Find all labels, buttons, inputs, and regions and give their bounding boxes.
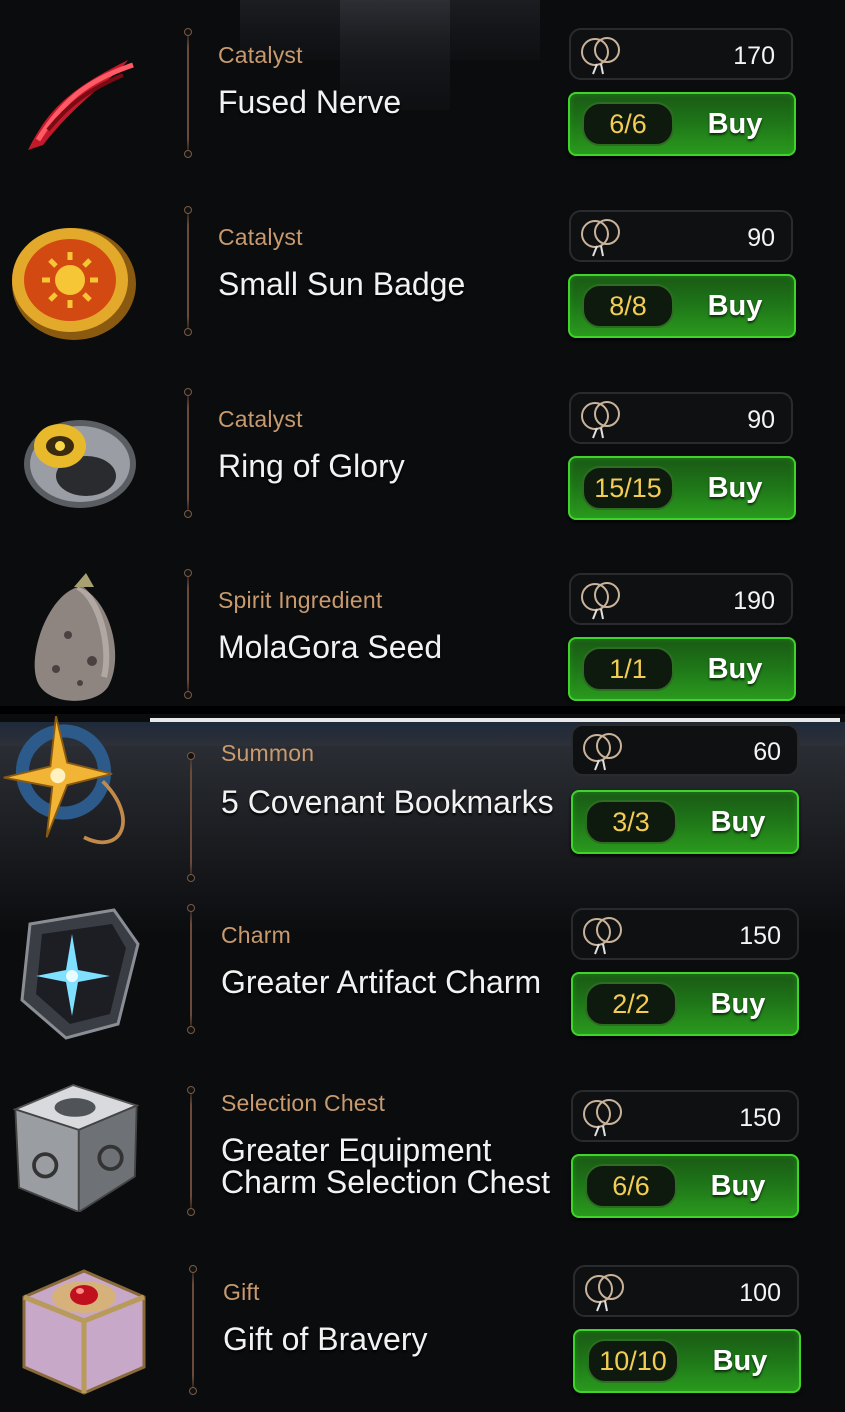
divider — [187, 904, 195, 1034]
item-category: Catalyst — [218, 224, 303, 250]
buy-button[interactable]: 3/3 Buy — [571, 790, 799, 854]
item-name: Fused Nerve — [218, 84, 402, 120]
price-value: 150 — [739, 922, 781, 950]
shop-item-row: Catalyst Fused Nerve 170 6/6 Buy — [0, 0, 845, 182]
gift-box-icon — [22, 1269, 146, 1395]
price-value: 190 — [733, 587, 775, 615]
item-name: Gift of Bravery — [223, 1321, 428, 1357]
price-value: 90 — [747, 406, 775, 434]
item-name: Small Sun Badge — [218, 266, 466, 302]
item-name: Ring of Glory — [218, 448, 405, 484]
purchase-limit: 10/10 — [587, 1339, 679, 1383]
price-value: 90 — [747, 224, 775, 252]
buy-button[interactable]: 10/10 Buy — [573, 1329, 801, 1393]
item-name: 5 Covenant Bookmarks — [221, 784, 554, 820]
price-display: 100 — [573, 1265, 799, 1317]
item-name: Greater Equipment Charm Selection Chest — [221, 1134, 561, 1198]
buy-button[interactable]: 8/8 Buy — [568, 274, 796, 338]
item-category: Catalyst — [218, 406, 303, 432]
friendship-bookmark-icon — [583, 733, 622, 771]
covenant-bookmark-icon — [3, 716, 125, 845]
price-display: 60 — [571, 724, 799, 776]
price-value: 150 — [739, 1104, 781, 1132]
buy-label: Buy — [707, 472, 763, 504]
shop-item-row: Charm Greater Artifact Charm 150 2/2 Buy — [0, 880, 845, 1062]
divider — [189, 1265, 197, 1395]
buy-label: Buy — [707, 290, 763, 322]
divider — [184, 206, 192, 336]
purchase-limit: 3/3 — [585, 800, 677, 844]
buy-button[interactable]: 2/2 Buy — [571, 972, 799, 1036]
ring-icon — [24, 420, 136, 508]
buy-label: Buy — [710, 806, 766, 838]
item-category: Summon — [221, 740, 315, 766]
buy-button[interactable]: 6/6 Buy — [571, 1154, 799, 1218]
shop-item-row: Catalyst Small Sun Badge 90 8/8 Buy — [0, 182, 845, 364]
price-display: 150 — [571, 1090, 799, 1142]
shop-item-row: Selection Chest Greater Equipment Charm … — [0, 1062, 845, 1244]
divider — [187, 752, 195, 882]
item-category: Gift — [223, 1279, 260, 1305]
price-value: 60 — [753, 738, 781, 766]
item-name-line: Charm Selection Chest — [221, 1164, 551, 1200]
divider — [187, 1086, 195, 1216]
friendship-bookmark-icon — [581, 582, 620, 620]
artifact-charm-icon — [20, 908, 140, 1040]
buy-label: Buy — [710, 1170, 766, 1202]
buy-button[interactable]: 1/1 Buy — [568, 637, 796, 701]
shop-item-row: Spirit Ingredient MolaGora Seed 190 1/1 … — [0, 545, 845, 727]
selection-chest-icon — [12, 1084, 140, 1212]
buy-label: Buy — [707, 108, 763, 140]
purchase-limit: 1/1 — [582, 647, 674, 691]
friendship-bookmark-icon — [585, 1274, 624, 1312]
buy-button[interactable]: 15/15 Buy — [568, 456, 796, 520]
purchase-limit: 8/8 — [582, 284, 674, 328]
purchase-limit: 6/6 — [585, 1164, 677, 1208]
fused-nerve-icon — [28, 60, 134, 150]
purchase-limit: 2/2 — [585, 982, 677, 1026]
shop-item-row: Gift Gift of Bravery 100 10/10 Buy — [0, 1237, 845, 1412]
buy-button[interactable]: 6/6 Buy — [568, 92, 796, 156]
shop-item-row: Catalyst Ring of Glory 90 15/15 Buy — [0, 364, 845, 546]
friendship-bookmark-icon — [581, 401, 620, 439]
item-category: Charm — [221, 922, 292, 948]
friendship-bookmark-icon — [583, 917, 622, 955]
item-name: MolaGora Seed — [218, 629, 443, 665]
purchase-limit: 15/15 — [582, 466, 674, 510]
item-category: Spirit Ingredient — [218, 587, 383, 613]
price-value: 100 — [739, 1279, 781, 1307]
buy-label: Buy — [707, 653, 763, 685]
price-display: 90 — [569, 392, 793, 444]
price-display: 150 — [571, 908, 799, 960]
item-name: Greater Artifact Charm — [221, 964, 542, 1000]
divider — [184, 388, 192, 518]
buy-label: Buy — [710, 988, 766, 1020]
seed-icon — [34, 573, 116, 701]
item-category: Catalyst — [218, 42, 303, 68]
divider — [184, 28, 192, 158]
purchase-limit: 6/6 — [582, 102, 674, 146]
friendship-bookmark-icon — [581, 219, 620, 257]
shop-item-row: Summon 5 Covenant Bookmarks 60 3/3 Buy — [0, 716, 845, 898]
divider — [184, 569, 192, 699]
friendship-bookmark-icon — [583, 1099, 622, 1137]
price-display: 190 — [569, 573, 793, 625]
price-display: 90 — [569, 210, 793, 262]
item-category: Selection Chest — [221, 1090, 386, 1116]
price-display: 170 — [569, 28, 793, 80]
sun-badge-icon — [12, 228, 136, 340]
buy-label: Buy — [712, 1345, 768, 1377]
price-value: 170 — [733, 42, 775, 70]
friendship-bookmark-icon — [581, 37, 620, 75]
item-name-line: Greater Equipment — [221, 1132, 492, 1168]
